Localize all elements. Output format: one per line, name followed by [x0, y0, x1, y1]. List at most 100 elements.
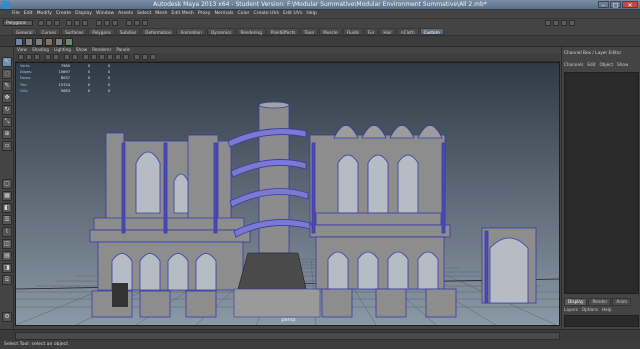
last-tool-icon[interactable]: ▫	[2, 141, 12, 151]
shelf-poly-cylinder-icon[interactable]	[25, 38, 33, 46]
layer-menu-layers[interactable]: Layers	[564, 307, 578, 312]
select-object-icon[interactable]	[74, 20, 80, 26]
smooth-shade-icon[interactable]	[91, 54, 97, 60]
shelf-tab-subdivs[interactable]: Subdivs	[115, 28, 141, 35]
shelf-tab-fluids[interactable]: Fluids	[342, 28, 363, 35]
snap-grid-icon[interactable]	[96, 20, 102, 26]
shelf-tab-dynamics[interactable]: Dynamics	[206, 28, 236, 35]
menu-mesh[interactable]: Mesh	[155, 10, 167, 18]
shelf-tab-polygons[interactable]: Polygons	[88, 28, 115, 35]
menu-set-select[interactable]: Polygons	[3, 20, 33, 26]
layer-tab-anim[interactable]: Anim	[612, 298, 632, 306]
menu-normals[interactable]: Normals	[214, 10, 233, 18]
layout-side-icon[interactable]: ◧	[2, 203, 12, 213]
layout-graph-icon[interactable]: ⌇	[2, 227, 12, 237]
shelf-bevel-icon[interactable]	[55, 38, 63, 46]
render-settings-icon[interactable]	[142, 20, 148, 26]
layout-persp-outliner-icon[interactable]: ◨	[2, 263, 12, 273]
layout-single-icon[interactable]: ▢	[2, 179, 12, 189]
select-camera-icon[interactable]	[18, 54, 24, 60]
shelf-tab-hair[interactable]: Hair	[379, 28, 396, 35]
layer-tab-display[interactable]: Display	[564, 298, 588, 306]
isolate-select-icon[interactable]	[150, 54, 156, 60]
layout-hypershade-icon[interactable]: ◫	[2, 239, 12, 249]
menu-create[interactable]: Create	[56, 10, 71, 18]
snap-point-icon[interactable]	[112, 20, 118, 26]
wireframe-icon[interactable]	[83, 54, 89, 60]
xray-icon[interactable]	[134, 54, 140, 60]
shelf-tab-painteffects[interactable]: PaintEffects	[266, 28, 300, 35]
menu-select[interactable]: Select	[137, 10, 151, 18]
image-plane-icon[interactable]	[45, 54, 51, 60]
camera-attributes-icon[interactable]	[26, 54, 32, 60]
perspective-viewport[interactable]: Verts: 7960 0 0 Edges: 15697 0 0 Faces: 8037 0 0 Tri…	[15, 62, 560, 326]
rotate-tool-icon[interactable]: ↻	[2, 105, 12, 115]
paint-select-tool-icon[interactable]: ✎	[2, 81, 12, 91]
layer-tab-render[interactable]: Render	[588, 298, 612, 306]
new-scene-icon[interactable]	[38, 20, 44, 26]
shelf-tab-animation[interactable]: Animation	[176, 28, 206, 35]
shelf-combine-icon[interactable]	[65, 38, 73, 46]
grid-toggle-icon[interactable]	[53, 54, 59, 60]
script-editor-icon[interactable]: ⚙	[2, 312, 12, 322]
snap-curve-icon[interactable]	[104, 20, 110, 26]
resolution-gate-icon[interactable]	[72, 54, 78, 60]
select-component-icon[interactable]	[82, 20, 88, 26]
open-scene-icon[interactable]	[46, 20, 52, 26]
layout-four-icon[interactable]: ▦	[2, 191, 12, 201]
show-channel-box-icon[interactable]	[569, 20, 575, 26]
shelf-tab-custom[interactable]: Custom	[419, 28, 444, 35]
scale-tool-icon[interactable]: ⤡	[2, 117, 12, 127]
select-hierarchy-icon[interactable]	[66, 20, 72, 26]
bookmarks-icon[interactable]	[34, 54, 40, 60]
shelf-tab-rendering[interactable]: Rendering	[236, 28, 266, 35]
use-all-lights-icon[interactable]	[115, 54, 121, 60]
menu-proxy[interactable]: Proxy	[198, 10, 211, 18]
time-slider-track[interactable]	[15, 332, 560, 340]
manipulator-tool-icon[interactable]: ⊕	[2, 129, 12, 139]
shadows-icon[interactable]	[123, 54, 129, 60]
layout-uv-icon[interactable]: ▤	[2, 251, 12, 261]
menu-file[interactable]: File	[12, 10, 20, 18]
ipr-render-icon[interactable]	[134, 20, 140, 26]
menu-edit[interactable]: Edit	[24, 10, 33, 18]
layout-outliner-icon[interactable]: ☰	[2, 215, 12, 225]
shelf-tab-surfaces[interactable]: Surfaces	[61, 28, 88, 35]
shelf-tab-curves[interactable]: Curves	[37, 28, 61, 35]
shelf-tab-general[interactable]: General	[12, 28, 37, 35]
menu-edit-mesh[interactable]: Edit Mesh	[171, 10, 193, 18]
channel-menu-show[interactable]: Show	[617, 62, 628, 67]
channel-menu-channels[interactable]: Channels	[564, 62, 583, 67]
shelf-tab-deformation[interactable]: Deformation	[141, 28, 176, 35]
render-icon[interactable]	[126, 20, 132, 26]
show-attribute-editor-icon[interactable]	[553, 20, 559, 26]
show-tool-settings-icon[interactable]	[561, 20, 567, 26]
xray-joints-icon[interactable]	[142, 54, 148, 60]
shelf-poly-cube-icon[interactable]	[15, 38, 23, 46]
save-scene-icon[interactable]	[54, 20, 60, 26]
channel-menu-object[interactable]: Object	[599, 62, 613, 67]
shelf-tab-ncloth[interactable]: nCloth	[397, 28, 419, 35]
move-tool-icon[interactable]: ✥	[2, 93, 12, 103]
shelf-tab-fur[interactable]: Fur	[363, 28, 379, 35]
wireframe-on-shaded-icon[interactable]	[99, 54, 105, 60]
shelf-poly-plane-icon[interactable]	[35, 38, 43, 46]
menu-window[interactable]: Window	[96, 10, 114, 18]
film-gate-icon[interactable]	[64, 54, 70, 60]
layer-list[interactable]	[564, 315, 639, 327]
shelf-extrude-icon[interactable]	[45, 38, 53, 46]
shelf-tab-toon[interactable]: Toon	[300, 28, 319, 35]
layout-script-icon[interactable]: ⌸	[2, 275, 12, 285]
select-tool-icon[interactable]: ↖	[2, 57, 12, 67]
shelf-tab-muscle[interactable]: Muscle	[319, 28, 342, 35]
menu-create-uvs[interactable]: Create UVs	[253, 10, 279, 18]
minimize-button[interactable]: –	[598, 1, 609, 9]
menu-modify[interactable]: Modify	[37, 10, 52, 18]
textured-icon[interactable]	[107, 54, 113, 60]
close-button[interactable]: ✕	[622, 1, 638, 9]
channel-menu-edit[interactable]: Edit	[587, 62, 595, 67]
menu-help[interactable]: Help	[306, 10, 316, 18]
channel-box-body[interactable]	[564, 72, 639, 294]
layer-menu-help[interactable]: Help	[602, 307, 612, 312]
layer-menu-options[interactable]: Options	[582, 307, 598, 312]
